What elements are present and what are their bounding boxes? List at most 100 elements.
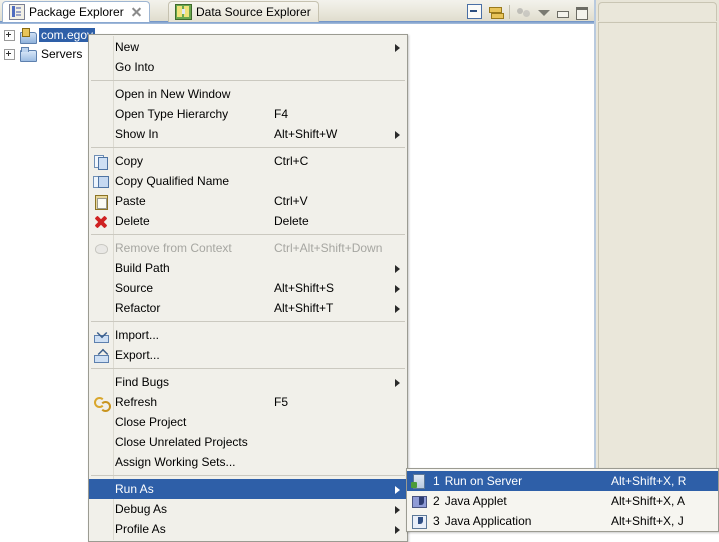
run-as-submenu: 1 Run on Server Alt+Shift+X, R 2 Java Ap…: [406, 468, 719, 532]
submenu-item-number: 2: [433, 494, 440, 508]
menu-item-assign-working-sets[interactable]: Assign Working Sets...: [89, 452, 407, 472]
tab-package-explorer[interactable]: Package Explorer: [2, 1, 150, 22]
java-applet-icon: [411, 493, 427, 509]
submenu-arrow-icon: [395, 379, 400, 387]
menu-item-profile-as[interactable]: Profile As: [89, 519, 407, 539]
submenu-item-accelerator: Alt+Shift+X, J: [611, 514, 684, 528]
menu-item-build-path[interactable]: Build Path: [89, 258, 407, 278]
menu-item-refresh[interactable]: Refresh F5: [89, 392, 407, 412]
menu-item-import[interactable]: Import...: [89, 325, 407, 345]
menu-item-go-into[interactable]: Go Into: [89, 57, 407, 77]
expand-icon[interactable]: [4, 29, 15, 41]
menu-item-label: Open in New Window: [115, 87, 231, 101]
menu-item-label: Source: [115, 281, 154, 295]
export-icon: [93, 347, 109, 363]
menu-item-label: Open Type Hierarchy: [115, 107, 229, 121]
workbench-window: Package Explorer Data Source Explorer co…: [0, 0, 719, 542]
close-icon[interactable]: [131, 7, 142, 18]
refresh-icon: [93, 394, 111, 412]
menu-item-show-in[interactable]: Show In Alt+Shift+W: [89, 124, 407, 144]
submenu-arrow-icon: [395, 486, 400, 494]
submenu-item-number: 1: [433, 474, 440, 488]
copy-icon: [93, 153, 109, 170]
delete-icon: [93, 213, 109, 229]
tree-item-label: com.egov: [39, 28, 96, 42]
collapse-all-icon[interactable]: [467, 4, 482, 19]
expand-icon[interactable]: [4, 48, 15, 60]
menu-item-open-type-hierarchy[interactable]: Open Type Hierarchy F4: [89, 104, 407, 124]
menu-item-copy-qualified-name[interactable]: Copy Qualified Name: [89, 171, 407, 191]
java-project-icon: [20, 27, 37, 44]
menu-separator: [91, 80, 405, 81]
menu-separator: [91, 368, 405, 369]
menu-separator: [91, 234, 405, 235]
link-with-editor-icon[interactable]: [488, 5, 504, 19]
submenu-item-label: Java Applet: [444, 494, 507, 508]
menu-item-label: Build Path: [115, 261, 170, 275]
submenu-item-java-applet[interactable]: 2 Java Applet Alt+Shift+X, A: [407, 491, 718, 511]
menu-item-run-as[interactable]: Run As: [89, 479, 407, 499]
menu-item-label: Run As: [115, 482, 154, 496]
maximize-icon[interactable]: [575, 6, 588, 20]
tab-label: Package Explorer: [29, 5, 124, 19]
menu-item-label: Go Into: [115, 60, 155, 74]
menu-item-label: Close Unrelated Projects: [115, 435, 248, 449]
menu-item-label: Copy: [115, 154, 144, 168]
submenu-item-run-on-server[interactable]: 1 Run on Server Alt+Shift+X, R: [407, 471, 718, 491]
menu-item-delete[interactable]: Delete Delete: [89, 211, 407, 231]
menu-item-close-project[interactable]: Close Project: [89, 412, 407, 432]
menu-item-accelerator: Delete: [274, 214, 309, 228]
tree-item-label: Servers: [41, 47, 83, 61]
menu-item-label: New: [115, 40, 140, 54]
run-on-server-icon: [411, 473, 427, 489]
tree-item-servers[interactable]: Servers: [4, 45, 84, 63]
view-filter-icon: [516, 5, 532, 19]
data-source-explorer-icon: [175, 4, 192, 20]
menu-separator: [91, 321, 405, 322]
submenu-arrow-icon: [395, 526, 400, 534]
submenu-arrow-icon: [395, 44, 400, 52]
submenu-item-java-application[interactable]: 3 Java Application Alt+Shift+X, J: [407, 511, 718, 531]
menu-item-label: Copy Qualified Name: [115, 174, 230, 188]
menu-item-export[interactable]: Export...: [89, 345, 407, 365]
menu-item-refactor[interactable]: Refactor Alt+Shift+T: [89, 298, 407, 318]
minimize-icon[interactable]: [556, 6, 569, 18]
paste-icon: [93, 193, 109, 210]
view-toolbar: [467, 2, 588, 21]
view-menu-icon[interactable]: [538, 6, 550, 18]
menu-separator: [91, 475, 405, 476]
submenu-item-accelerator: Alt+Shift+X, R: [611, 474, 687, 488]
menu-item-accelerator: Ctrl+V: [274, 194, 308, 208]
menu-item-remove-from-context: Remove from Context Ctrl+Alt+Shift+Down: [89, 238, 407, 258]
tree-item-project[interactable]: com.egov: [4, 26, 96, 44]
submenu-arrow-icon: [395, 506, 400, 514]
submenu-item-accelerator: Alt+Shift+X, A: [611, 494, 686, 508]
menu-item-accelerator: F5: [274, 395, 289, 409]
toolbar-divider: [509, 4, 510, 19]
menu-item-label: Show In: [115, 127, 159, 141]
tab-label: Data Source Explorer: [196, 5, 311, 19]
menu-item-accelerator: Ctrl+C: [274, 154, 309, 168]
menu-item-label: Debug As: [115, 502, 168, 516]
menu-item-paste[interactable]: Paste Ctrl+V: [89, 191, 407, 211]
menu-item-source[interactable]: Source Alt+Shift+S: [89, 278, 407, 298]
menu-separator: [91, 147, 405, 148]
tab-data-source-explorer[interactable]: Data Source Explorer: [168, 1, 319, 22]
submenu-item-label: Run on Server: [444, 474, 523, 488]
right-view-area: [596, 0, 719, 530]
right-view-body: [598, 22, 717, 528]
menu-item-close-unrelated-projects[interactable]: Close Unrelated Projects: [89, 432, 407, 452]
right-view-tabstrip: [598, 2, 717, 21]
copy-qualified-name-icon: [93, 173, 109, 189]
menu-item-open-in-new-window[interactable]: Open in New Window: [89, 84, 407, 104]
folder-icon: [20, 47, 37, 62]
remove-from-context-icon: [93, 240, 109, 256]
menu-item-copy[interactable]: Copy Ctrl+C: [89, 151, 407, 171]
menu-item-find-bugs[interactable]: Find Bugs: [89, 372, 407, 392]
menu-item-new[interactable]: New: [89, 37, 407, 57]
menu-item-label: Profile As: [115, 522, 166, 536]
submenu-arrow-icon: [395, 285, 400, 293]
menu-item-label: Paste: [115, 194, 146, 208]
submenu-arrow-icon: [395, 265, 400, 273]
menu-item-debug-as[interactable]: Debug As: [89, 499, 407, 519]
